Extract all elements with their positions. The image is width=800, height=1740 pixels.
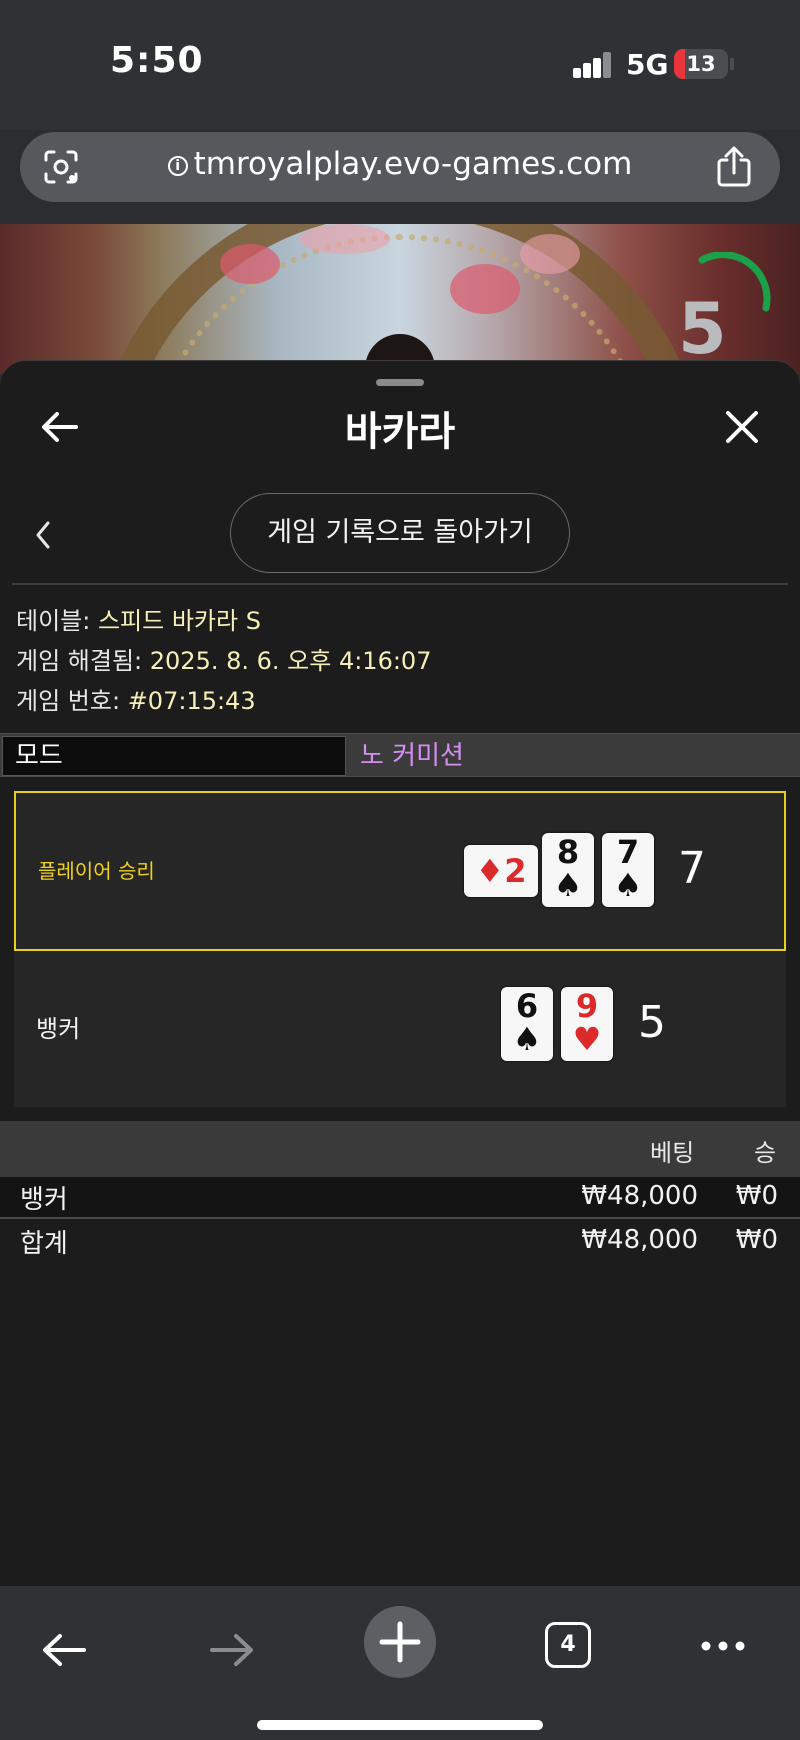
- playing-card: ♦2: [464, 845, 538, 897]
- bet-type: 뱅커: [20, 1185, 68, 1215]
- card-suit: ♥: [572, 1020, 602, 1058]
- playing-card: 8 ♠: [542, 833, 594, 907]
- banker-label: 뱅커: [36, 1015, 81, 1043]
- browser-back-icon[interactable]: [40, 1626, 88, 1674]
- banker-score: 5: [638, 997, 666, 1048]
- mode-value: 노 커미션: [360, 741, 464, 771]
- card-rank: 8: [556, 833, 580, 871]
- playing-card: 6 ♠: [501, 987, 553, 1061]
- url-text[interactable]: i tmroyalplay.evo-games.com: [20, 146, 780, 182]
- column-header-bet: 베팅: [650, 1139, 695, 1167]
- card-rank: 7: [616, 833, 640, 871]
- total-label: 합계: [20, 1229, 68, 1259]
- back-to-history-button[interactable]: 게임 기록으로 돌아가기: [230, 493, 570, 573]
- mode-row: 모드 노 커미션: [0, 733, 800, 777]
- card-suit: ♠: [512, 1020, 542, 1058]
- more-options-icon[interactable]: [700, 1636, 746, 1656]
- table-info: 테이블: 스피드 바카라 S: [16, 607, 261, 635]
- player-win-label: 플레이어 승리: [38, 859, 155, 883]
- player-score: 7: [678, 843, 706, 894]
- battery-level: 13: [686, 52, 716, 76]
- address-bar[interactable]: i tmroyalplay.evo-games.com: [20, 132, 780, 202]
- total-win: ₩0: [735, 1225, 778, 1255]
- divider: [12, 583, 788, 585]
- divider: [0, 1217, 800, 1219]
- bet-amount: ₩48,000: [581, 1181, 698, 1211]
- url-label: tmroyalplay.evo-games.com: [193, 146, 633, 182]
- resolved-time: 2025. 8. 6. 오후 4:16:07: [149, 647, 432, 675]
- playing-card: 9 ♥: [561, 987, 613, 1061]
- card-rank: 9: [575, 987, 599, 1025]
- game-number-info: 게임 번호: #07:15:43: [16, 687, 256, 715]
- sheet-grabber[interactable]: [376, 379, 424, 386]
- game-number: #07:15:43: [127, 687, 256, 715]
- total-bet: ₩48,000: [581, 1225, 698, 1255]
- table-row: 뱅커 ₩48,000 ₩0: [0, 1177, 800, 1219]
- column-header-win: 승: [754, 1139, 777, 1167]
- table-name: 스피드 바카라 S: [97, 607, 261, 635]
- browser-toolbar: 4: [0, 1586, 800, 1740]
- round-result: 플레이어 승리 ♦2 8 ♠ 7 ♠ 7 뱅커 6 ♠ 9 ♥ 5: [14, 791, 786, 1107]
- plus-icon: [379, 1621, 421, 1663]
- cellular-signal-icon: [573, 52, 613, 78]
- home-indicator: [257, 1720, 543, 1730]
- chevron-left-icon[interactable]: [30, 517, 54, 553]
- new-tab-button[interactable]: [364, 1606, 436, 1678]
- card-rank: 2: [504, 852, 527, 890]
- bets-table-header: 베팅 승: [0, 1121, 800, 1177]
- card-suit: ♠: [553, 866, 583, 904]
- player-result-winner: 플레이어 승리 ♦2 8 ♠ 7 ♠ 7: [14, 791, 786, 951]
- win-amount: ₩0: [735, 1181, 778, 1211]
- sheet-title: 바카라: [344, 409, 456, 455]
- card-suit: ♦: [475, 852, 505, 890]
- tab-switcher-button[interactable]: 4: [545, 1622, 591, 1668]
- game-history-sheet: 바카라 게임 기록으로 돌아가기 테이블: 스피드 바카라 S 게임 해결됨: …: [0, 360, 800, 1586]
- network-type: 5G: [626, 48, 669, 81]
- countdown-timer: 5: [678, 288, 727, 370]
- browser-forward-icon[interactable]: [208, 1626, 256, 1674]
- card-rank: 6: [515, 987, 539, 1025]
- playing-card: 7 ♠: [602, 833, 654, 907]
- share-icon[interactable]: [714, 146, 754, 188]
- total-row: 합계 ₩48,000 ₩0: [0, 1221, 800, 1263]
- clock: 5:50: [110, 40, 204, 81]
- site-info-icon[interactable]: i: [167, 156, 188, 176]
- card-suit: ♠: [613, 866, 643, 904]
- status-bar: 5:50 5G 13: [0, 0, 800, 130]
- battery-icon: 13: [674, 49, 728, 79]
- mode-label: 모드: [2, 736, 346, 776]
- close-icon[interactable]: [722, 407, 762, 447]
- resolved-info: 게임 해결됨: 2025. 8. 6. 오후 4:16:07: [16, 647, 432, 675]
